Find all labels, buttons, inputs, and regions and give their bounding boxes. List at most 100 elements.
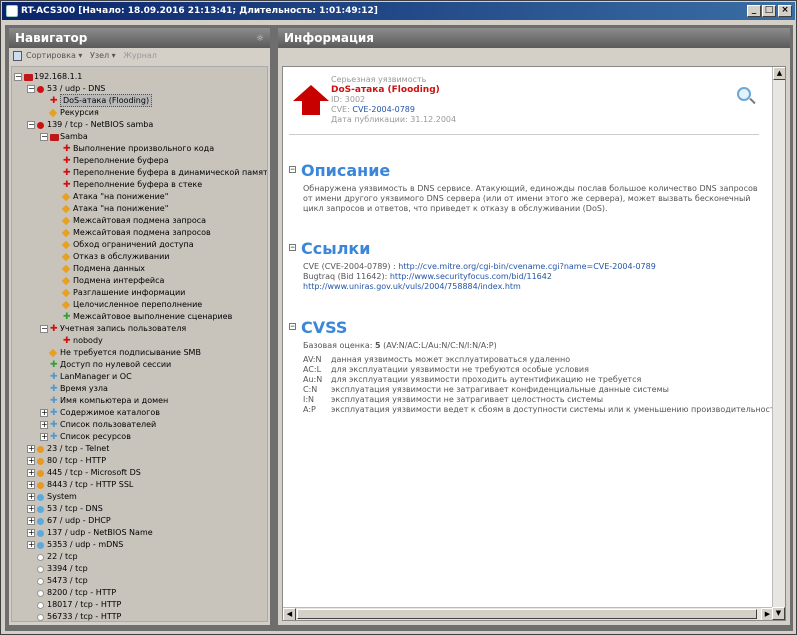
node-status-icon (37, 554, 44, 561)
vulnerability-meta: Серьезная уязвимость DoS-атака (Flooding… (331, 75, 456, 125)
description-heading: − Описание (289, 162, 763, 180)
info-panel: Информация Серьезная уязвимость DoS-атак… (278, 28, 790, 625)
cvss-metric-row: I:N эксплуатация уязвимости не затрагивае… (303, 395, 780, 405)
horizontal-scrollbar[interactable]: ◀ ▶ (283, 607, 774, 620)
cvss-metric-desc: для эксплуатации уязвимости не требуются… (331, 365, 589, 374)
cvss-metric-desc: для эксплуатации уязвимости проходить ау… (331, 375, 642, 384)
tree-node-label: Не требуется подписывание SMB (60, 348, 201, 357)
navigator-header: Навигатор ☼ (9, 28, 270, 48)
tree-node-label: Переполнение буфера (73, 156, 169, 165)
expand-icon[interactable]: + (27, 445, 35, 453)
tree-node-label: 56733 / tcp - HTTP (47, 612, 122, 621)
expand-icon[interactable]: + (27, 541, 35, 549)
cvss-metric-row: A:P эксплуатация уязвимости ведет к сбоям… (303, 405, 780, 415)
cvss-metric-key: AC:L (303, 365, 322, 374)
links-section: − Ссылки CVE (CVE-2004-0789) : http://cve… (289, 240, 763, 292)
tree-node-label: Разглашение информации (73, 288, 186, 297)
journal-menu[interactable]: Журнал (123, 51, 157, 60)
title-bar[interactable]: RT-ACS300 [Начало: 18.09.2016 21:13:41; … (2, 2, 795, 20)
expand-icon[interactable]: + (27, 481, 35, 489)
collapse-icon[interactable]: − (40, 325, 48, 333)
cve-link[interactable]: CVE-2004-0789 (352, 105, 415, 114)
close-button[interactable]: × (778, 5, 792, 17)
tree-node-label: LanManager и ОС (60, 372, 132, 381)
link-row-bugtraq: Bugtraq (Bid 11642): http://www.security… (303, 272, 763, 282)
tree-node-label: 5353 / udp - mDNS (47, 540, 124, 549)
tree-node-label: Межсайтовая подмена запросов (73, 228, 211, 237)
expand-icon[interactable]: + (27, 529, 35, 537)
cvss-metric-desc: эксплуатация уязвимости не затрагивает ц… (331, 395, 604, 404)
collapse-icon[interactable]: − (27, 121, 35, 129)
collapse-icon[interactable]: − (289, 244, 296, 251)
tree-node-label: 67 / udp - DHCP (47, 516, 111, 525)
collapse-icon[interactable]: − (14, 73, 22, 81)
expand-icon[interactable]: + (27, 517, 35, 525)
navigator-title: Навигатор (15, 31, 88, 45)
cvss-metrics: AV:N данная уязвимость может эксплуатиров… (289, 355, 780, 415)
node-menu[interactable]: Узел ▾ (90, 51, 116, 60)
tree-node-label: Список ресурсов (60, 432, 131, 441)
collapse-icon[interactable]: − (289, 166, 296, 173)
tree-node-label: Межсайтовая подмена запроса (73, 216, 207, 225)
settings-icon[interactable]: ☼ (256, 29, 264, 49)
tree-node-label: Межсайтовое выполнение сценариев (73, 312, 233, 321)
expand-icon[interactable]: + (27, 457, 35, 465)
node-status-icon (37, 566, 44, 573)
description-title: Описание (301, 161, 391, 180)
node-status-icon: ✚ (50, 420, 58, 430)
cvss-metric-row: AV:N данная уязвимость может эксплуатиров… (303, 355, 780, 365)
tree-node-label: 5473 / tcp (47, 576, 88, 585)
cvss-section: − CVSS Базовая оценка: 5 (AV:N/AC:L/Au:N/… (289, 319, 780, 415)
maximize-button[interactable]: □ (762, 5, 776, 17)
link-uniras[interactable]: http://www.uniras.gov.uk/vuls/2004/75888… (303, 282, 521, 291)
expand-icon[interactable]: + (40, 421, 48, 429)
expand-icon[interactable]: + (27, 493, 35, 501)
severity-arrow-stem (302, 101, 320, 115)
cve-row: CVE: CVE-2004-0789 (331, 105, 456, 115)
scroll-thumb[interactable] (297, 609, 757, 619)
node-status-icon (37, 458, 44, 465)
scroll-left-icon[interactable]: ◀ (283, 608, 296, 620)
collapse-icon[interactable]: − (27, 85, 35, 93)
cvss-metric-key: A:P (303, 405, 316, 414)
app-window: RT-ACS300 [Начало: 18.09.2016 21:13:41; … (0, 0, 797, 635)
scroll-up-icon[interactable]: ▲ (773, 67, 785, 80)
tree-node-label: 3394 / tcp (47, 564, 88, 573)
expand-icon[interactable]: + (40, 433, 48, 441)
tree-node-label: Выполнение произвольного кода (73, 144, 215, 153)
node-status-icon: ✚ (50, 360, 58, 370)
collapse-icon[interactable]: − (289, 323, 296, 330)
publish-date: Дата публикации: 31.12.2004 (331, 115, 457, 124)
tree-node-label: 80 / tcp - HTTP (47, 456, 107, 465)
tree-icon (13, 50, 22, 61)
tree-node-label: 445 / tcp - Microsoft DS (47, 468, 141, 477)
node-status-icon (61, 192, 71, 202)
expand-icon[interactable]: + (27, 469, 35, 477)
collapse-icon[interactable]: − (40, 133, 48, 141)
node-status-icon (37, 470, 44, 477)
sort-menu[interactable]: Сортировка ▾ (26, 51, 82, 60)
cvss-metric-key: AV:N (303, 355, 322, 364)
link-cve[interactable]: http://cve.mitre.org/cgi-bin/cvename.cgi… (398, 262, 656, 271)
link-bugtraq[interactable]: http://www.securityfocus.com/bid/11642 (390, 272, 552, 281)
node-status-icon: ✚ (50, 372, 58, 382)
tree-node-label: 18017 / tcp - HTTP (47, 600, 122, 609)
tree-node-label: Доступ по нулевой сессии (60, 360, 172, 369)
cvss-metric-desc: данная уязвимость может эксплуатироватьс… (331, 355, 571, 364)
zoom-icon[interactable] (737, 87, 751, 101)
tree-node-label: 22 / tcp (47, 552, 78, 561)
expand-icon[interactable]: + (40, 409, 48, 417)
vertical-scrollbar[interactable]: ▲ (772, 67, 785, 608)
scroll-down-icon[interactable]: ▼ (772, 607, 785, 620)
tree-node-label: 139 / tcp - NetBIOS samba (47, 120, 154, 129)
node-status-icon (37, 614, 44, 621)
node-status-icon: ✚ (63, 156, 71, 166)
cvss-base-row: Базовая оценка: 5 (AV:N/AC:L/Au:N/C:N/I:… (303, 341, 763, 351)
expand-icon[interactable]: + (27, 505, 35, 513)
node-status-icon (61, 204, 71, 214)
node-status-icon (24, 74, 33, 81)
cvss-metric-row: Au:N для эксплуатации уязвимости проходит… (303, 375, 780, 385)
tree-node-label: Рекурсия (60, 108, 99, 117)
minimize-button[interactable]: _ (747, 5, 761, 17)
tree-node-label: Атака "на понижение" (73, 192, 169, 201)
